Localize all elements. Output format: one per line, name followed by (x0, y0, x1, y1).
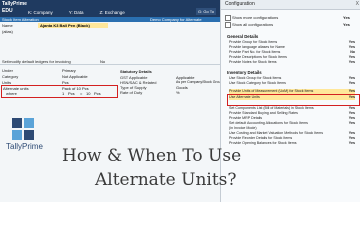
close-icon[interactable]: X (356, 1, 359, 8)
alternate-units-value[interactable]: Pack of 10 Pcs (62, 86, 89, 91)
name-label: Name (2, 23, 13, 28)
where-label: where (6, 91, 17, 96)
tallyprime-logo-icon (12, 118, 34, 140)
goto-button[interactable]: G: Go To (196, 8, 216, 15)
menu-exchange[interactable]: Z: Exchange (100, 9, 125, 17)
where-unit: Pcs (68, 91, 75, 96)
category-label: Category (2, 74, 19, 79)
config-row[interactable]: Use Stock Category for Stock Items Yes (229, 81, 355, 86)
show-all-label: Show all configurations (232, 22, 274, 27)
configuration-title: Configuration (225, 1, 255, 7)
screen-title: Stock Item Alteration (2, 17, 39, 22)
company-name: Demo Company for Alternate (150, 17, 202, 22)
edition-label: EDU (2, 8, 13, 14)
where-qty-2[interactable]: 10 (86, 91, 90, 96)
screen-title-bar: Stock Item Alteration Demo Company for A… (0, 17, 220, 22)
where-unit-2: Pcs (94, 91, 101, 96)
under-value[interactable]: Primary (62, 68, 76, 73)
equals-sign: = (80, 91, 83, 96)
category-value[interactable]: Not Applicable (62, 74, 88, 79)
alternate-units-config-highlight (227, 94, 360, 106)
rate-value[interactable]: % (176, 90, 180, 95)
name-input[interactable]: Ajanta K3 Ball Pen (Black) (38, 23, 108, 28)
alias-label: (alias) (2, 29, 13, 34)
show-all-value[interactable]: Yes (343, 22, 350, 27)
menu-data[interactable]: Y: Data (69, 9, 84, 17)
under-label: Under (2, 68, 13, 73)
inventory-details-title: Inventory Details (227, 70, 262, 75)
general-details-title: General Details (227, 34, 259, 39)
divider (0, 64, 220, 65)
top-bar: TallyPrime EDU K: Company Y: Data Z: Exc… (0, 0, 220, 17)
caption-line-1: How & When To Use (62, 146, 242, 166)
config-row[interactable]: Provide Notes for Stock Items Yes (229, 60, 355, 65)
show-more-checkbox[interactable] (225, 15, 231, 21)
logo-text: TallyPrime (6, 142, 43, 151)
brand-name: TallyPrime (2, 1, 27, 7)
statutory-title: Statutory Details (120, 69, 152, 74)
config-row[interactable]: Provide Opening Balances for Stock Items… (229, 141, 355, 146)
configuration-panel: Configuration X Show more configurations… (220, 0, 360, 202)
where-qty[interactable]: 1 (62, 91, 64, 96)
show-all-checkbox[interactable] (225, 22, 231, 28)
show-more-value[interactable]: Yes (343, 15, 350, 20)
configuration-header: Configuration X (221, 0, 360, 10)
caption-line-2: Alternate Units? (95, 170, 237, 190)
show-more-label: Show more configurations (232, 15, 279, 20)
rate-label: Rate of Duty (120, 90, 143, 95)
menu-bar: K: Company Y: Data Z: Exchange (28, 9, 125, 17)
menu-company[interactable]: K: Company (28, 9, 53, 17)
